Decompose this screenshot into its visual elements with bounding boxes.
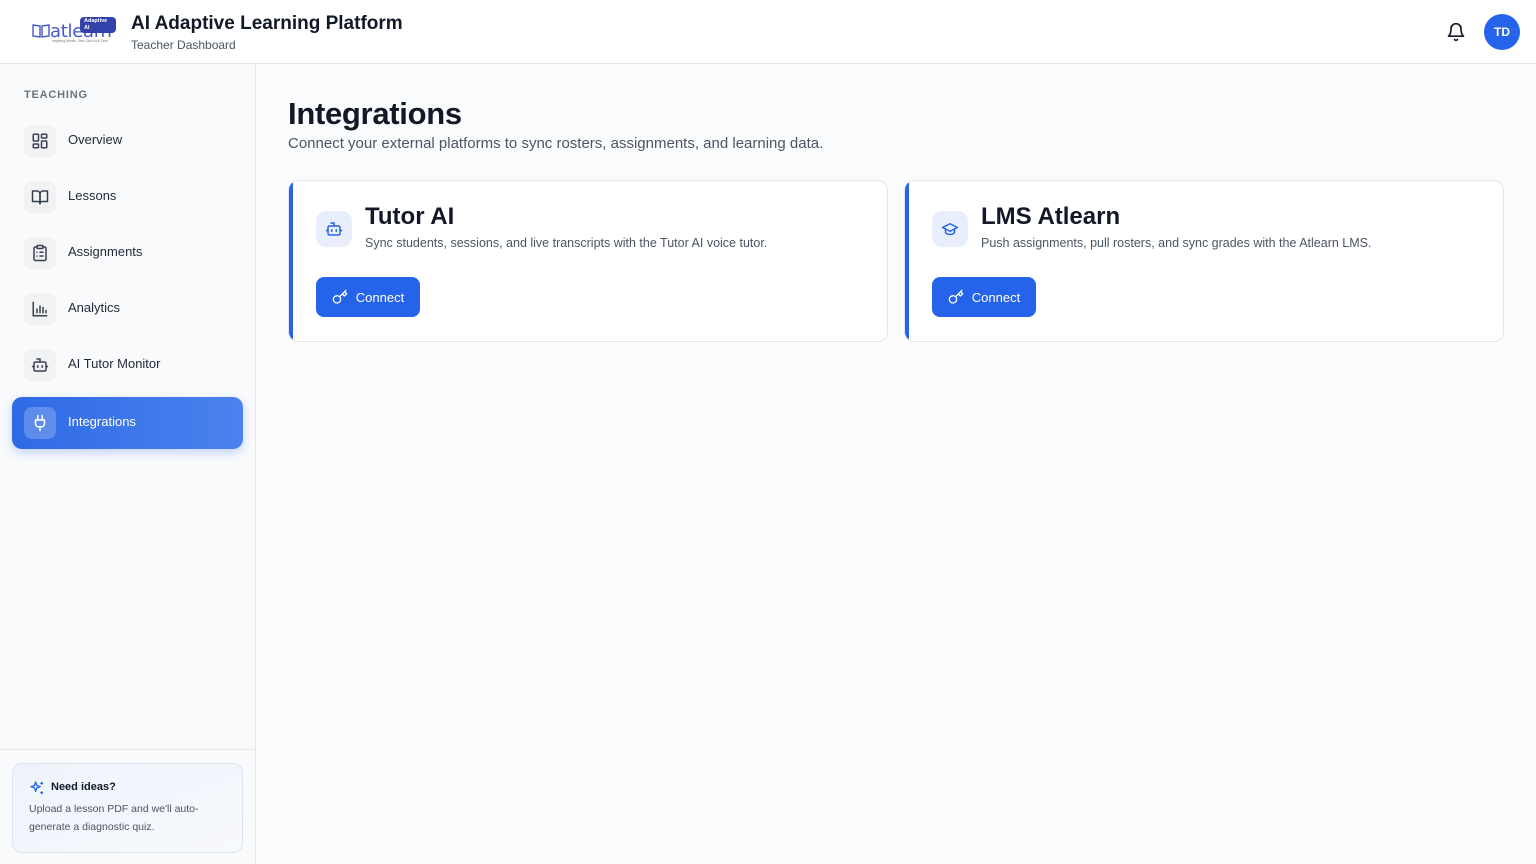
sidebar-footer: Need ideas? Upload a lesson PDF and we'l… bbox=[0, 749, 255, 864]
connect-button[interactable]: Connect bbox=[932, 277, 1036, 317]
sidebar-item-label: Lessons bbox=[68, 188, 117, 203]
connect-button-label: Connect bbox=[355, 289, 405, 305]
sidebar-item-label: Analytics bbox=[68, 300, 121, 315]
book-icon bbox=[24, 181, 56, 213]
user-avatar[interactable]: TD bbox=[1484, 14, 1520, 50]
app-title: AI Adaptive Learning Platform bbox=[131, 13, 403, 34]
bell-icon[interactable] bbox=[1446, 22, 1466, 42]
connect-button-label: Connect bbox=[971, 289, 1021, 305]
sidebar-section-label: TEACHING bbox=[24, 89, 88, 101]
sidebar-item-label: Overview bbox=[68, 132, 123, 147]
sidebar-item-ai-tutor-monitor[interactable]: AI Tutor Monitor bbox=[12, 339, 243, 391]
card-title: LMS Atlearn bbox=[981, 203, 1121, 230]
page-description: Connect your external platforms to sync … bbox=[288, 135, 824, 152]
tip-title: Need ideas? bbox=[51, 781, 116, 793]
card-description: Sync students, sessions, and live transc… bbox=[365, 236, 768, 250]
sidebar-item-integrations[interactable]: Integrations bbox=[12, 397, 243, 449]
sidebar-item-label: Assignments bbox=[68, 244, 143, 259]
tip-card: Need ideas? Upload a lesson PDF and we'l… bbox=[12, 763, 243, 853]
top-header: atlearn Adaptive AI Inspiring Minds, One… bbox=[0, 0, 1536, 64]
bar-chart-icon bbox=[24, 293, 56, 325]
sidebar-item-analytics[interactable]: Analytics bbox=[12, 283, 243, 335]
connect-button[interactable]: Connect bbox=[316, 277, 420, 317]
integration-card-lms-atlearn: LMS Atlearn Push assignments, pull roste… bbox=[904, 180, 1504, 342]
tip-body: Upload a lesson PDF and we'll auto-gener… bbox=[29, 803, 199, 833]
integration-card-tutor-ai: Tutor AI Sync students, sessions, and li… bbox=[288, 180, 888, 342]
sidebar: TEACHING Overview Lessons Assignments An… bbox=[0, 64, 256, 864]
robot-icon bbox=[316, 211, 352, 247]
key-icon bbox=[332, 289, 348, 304]
sidebar-item-lessons[interactable]: Lessons bbox=[12, 171, 243, 223]
grid-icon bbox=[24, 125, 56, 157]
app-subtitle: Teacher Dashboard bbox=[131, 38, 236, 52]
card-accent bbox=[289, 181, 293, 341]
plug-icon bbox=[24, 407, 56, 439]
graduation-cap-icon bbox=[932, 211, 968, 247]
sidebar-item-assignments[interactable]: Assignments bbox=[12, 227, 243, 279]
sidebar-item-label: AI Tutor Monitor bbox=[68, 356, 161, 371]
book-logo-icon bbox=[32, 24, 50, 38]
sidebar-item-label: Integrations bbox=[68, 414, 136, 429]
sparkles-icon bbox=[30, 781, 43, 794]
logo-tagline: Inspiring Minds, One Click At A Time bbox=[52, 39, 109, 43]
sidebar-item-overview[interactable]: Overview bbox=[12, 115, 243, 167]
card-accent bbox=[905, 181, 909, 341]
page-title: Integrations bbox=[288, 96, 462, 131]
card-title: Tutor AI bbox=[365, 203, 455, 230]
card-description: Push assignments, pull rosters, and sync… bbox=[981, 236, 1372, 250]
atlearn-logo[interactable]: atlearn Adaptive AI Inspiring Minds, One… bbox=[30, 16, 116, 46]
clipboard-icon bbox=[24, 237, 56, 269]
robot-icon bbox=[24, 349, 56, 381]
key-icon bbox=[948, 289, 964, 304]
logo-badge: Adaptive AI bbox=[80, 17, 116, 33]
